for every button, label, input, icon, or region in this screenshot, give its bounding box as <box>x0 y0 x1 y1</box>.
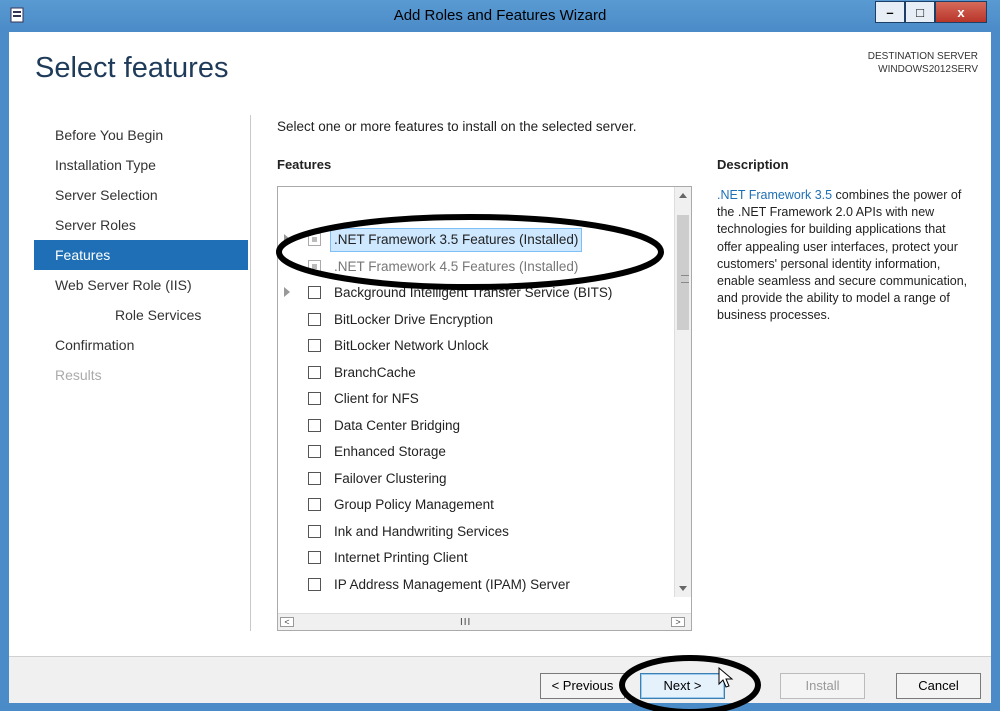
title-bar[interactable]: Add Roles and Features Wizard – □ x <box>0 0 1000 32</box>
window-title: Add Roles and Features Wizard <box>393 7 607 24</box>
feature-checkbox[interactable] <box>308 312 321 326</box>
feature-row[interactable]: BitLocker Drive Encryption <box>278 307 668 333</box>
feature-checkbox[interactable] <box>308 365 321 379</box>
feature-row[interactable]: Client for NFS <box>278 386 668 412</box>
wizard-footer: < Previous Next > Install Cancel <box>9 656 991 703</box>
feature-label[interactable]: Ink and Handwriting Services <box>330 520 513 544</box>
close-button[interactable]: x <box>935 1 987 23</box>
nav-item-confirmation[interactable]: Confirmation <box>34 330 248 360</box>
feature-checkbox[interactable] <box>308 551 321 564</box>
horizontal-scrollbar[interactable]: < III > <box>278 613 691 630</box>
feature-checkbox[interactable] <box>308 392 321 405</box>
maximize-button[interactable]: □ <box>905 1 935 23</box>
nav-item-server-roles[interactable]: Server Roles <box>34 210 248 240</box>
feature-label[interactable]: .NET Framework 3.5 Features (Installed) <box>330 228 583 252</box>
nav-divider <box>250 115 251 631</box>
destination-server: DESTINATION SERVER WINDOWS2012SERV <box>868 50 978 76</box>
feature-label[interactable]: Failover Clustering <box>330 467 451 491</box>
features-list[interactable]: .NET Framework 3.5 Features (Installed).… <box>277 186 692 631</box>
feature-row[interactable]: Ink and Handwriting Services <box>278 519 668 545</box>
expand-arrow-icon[interactable] <box>284 234 290 244</box>
feature-checkbox[interactable] <box>308 418 321 432</box>
description-header: Description <box>717 157 789 172</box>
features-header: Features <box>277 157 332 172</box>
nav-item-role-services[interactable]: Role Services <box>34 300 248 330</box>
feature-row[interactable]: Background Intelligent Transfer Service … <box>278 280 668 306</box>
feature-label[interactable]: Enhanced Storage <box>330 440 450 464</box>
nav-item-results: Results <box>55 367 102 383</box>
nav-item-installation-type[interactable]: Installation Type <box>34 150 248 180</box>
scroll-up-icon[interactable] <box>679 193 687 198</box>
scroll-down-icon[interactable] <box>679 586 687 591</box>
nav-item-web-server-role-iis[interactable]: Web Server Role (IIS) <box>34 270 248 300</box>
destination-server-name: WINDOWS2012SERV <box>878 64 978 75</box>
feature-row[interactable]: BitLocker Network Unlock <box>278 333 668 359</box>
description-body: combines the power of the .NET Framework… <box>717 188 968 323</box>
feature-row[interactable]: IP Address Management (IPAM) Server <box>278 572 668 598</box>
feature-row[interactable]: .NET Framework 4.5 Features (Installed) <box>278 254 668 280</box>
expand-arrow-icon[interactable] <box>284 287 290 297</box>
feature-checkbox[interactable] <box>308 233 321 246</box>
hscroll-grip: III <box>460 617 472 628</box>
feature-label[interactable]: .NET Framework 4.5 Features (Installed) <box>330 255 582 279</box>
scroll-thumb[interactable] <box>677 215 689 330</box>
feature-checkbox[interactable] <box>308 286 321 299</box>
feature-row[interactable]: Group Policy Management <box>278 492 668 518</box>
feature-checkbox[interactable] <box>308 524 321 538</box>
feature-row[interactable]: Enhanced Storage <box>278 439 668 465</box>
feature-label[interactable]: IP Address Management (IPAM) Server <box>330 573 574 597</box>
install-button[interactable]: Install <box>780 673 865 699</box>
next-button[interactable]: Next > <box>640 673 725 699</box>
feature-label[interactable]: Background Intelligent Transfer Service … <box>330 281 616 305</box>
grip-icon <box>681 275 689 283</box>
nav-item-before-you-begin[interactable]: Before You Begin <box>34 120 248 150</box>
destination-label: DESTINATION SERVER <box>867 51 978 62</box>
feature-label[interactable]: Internet Printing Client <box>330 546 472 570</box>
feature-label[interactable]: Client for NFS <box>330 387 423 411</box>
minimize-button[interactable]: – <box>875 1 905 23</box>
vertical-scrollbar[interactable] <box>674 187 691 597</box>
wizard-nav: Before You Begin Installation Type Server … <box>34 120 248 390</box>
scroll-right-icon[interactable]: > <box>671 617 685 627</box>
feature-row[interactable]: .NET Framework 3.5 Features (Installed) <box>278 227 668 253</box>
feature-label[interactable]: Group Policy Management <box>330 493 498 517</box>
nav-item-server-selection[interactable]: Server Selection <box>34 180 248 210</box>
mouse-cursor-icon <box>718 667 734 688</box>
feature-label[interactable]: BitLocker Drive Encryption <box>330 308 497 332</box>
description-link[interactable]: .NET Framework 3.5 <box>717 188 832 202</box>
feature-checkbox[interactable] <box>308 445 321 458</box>
wizard-window: Add Roles and Features Wizard – □ x Sele… <box>0 0 1000 711</box>
feature-checkbox[interactable] <box>308 577 321 591</box>
scroll-left-icon[interactable]: < <box>280 617 294 627</box>
feature-checkbox[interactable] <box>308 471 321 485</box>
feature-row[interactable]: Data Center Bridging <box>278 413 668 439</box>
feature-row[interactable]: BranchCache <box>278 360 668 386</box>
feature-label[interactable]: Data Center Bridging <box>330 414 464 438</box>
description-text: .NET Framework 3.5 combines the power of… <box>717 187 973 325</box>
feature-row[interactable]: Internet Printing Client <box>278 545 668 571</box>
previous-button[interactable]: < Previous <box>540 673 625 699</box>
cancel-button[interactable]: Cancel <box>896 673 981 699</box>
feature-label[interactable]: BitLocker Network Unlock <box>330 334 493 358</box>
features-rows: .NET Framework 3.5 Features (Installed).… <box>278 187 668 597</box>
feature-checkbox[interactable] <box>308 339 321 352</box>
feature-checkbox[interactable] <box>308 259 321 273</box>
feature-label[interactable]: BranchCache <box>330 361 420 385</box>
feature-row[interactable]: Failover Clustering <box>278 466 668 492</box>
page-title: Select features <box>35 52 229 84</box>
nav-item-features[interactable]: Features <box>34 240 248 270</box>
feature-checkbox[interactable] <box>308 498 321 511</box>
instruction-text: Select one or more features to install o… <box>277 119 637 134</box>
